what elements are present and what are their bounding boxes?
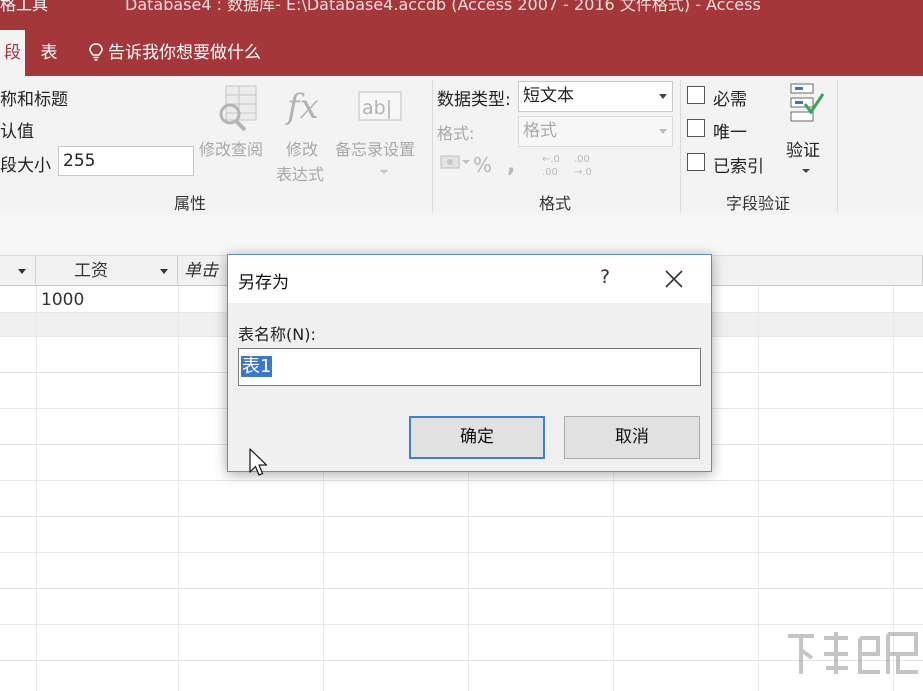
cancel-button[interactable]: 取消	[564, 416, 700, 459]
grid-row-line	[0, 624, 923, 625]
memo-settings-button[interactable]: 备忘录设置	[335, 136, 415, 160]
dialog-title-bar[interactable]: 另存为 ?	[228, 255, 711, 303]
name-caption-button[interactable]: 称和标题	[0, 85, 68, 110]
save-as-dialog: 另存为 ? 表名称(N): 表1 确定 取消	[227, 254, 712, 472]
svg-text:%: %	[473, 153, 492, 177]
svg-text:,: ,	[507, 153, 515, 177]
grid-row-line	[0, 516, 923, 517]
svg-text:fx: fx	[285, 87, 319, 127]
field-size-label: 段大小	[0, 156, 51, 176]
decrease-decimals-icon[interactable]: .00 →.0	[572, 152, 600, 178]
svg-text:.00: .00	[574, 154, 590, 165]
window-title: Database4 : 数据库- E:\Database4.accdb (Acc…	[125, 0, 761, 14]
properties-group-label: 属性	[173, 194, 206, 213]
lightbulb-icon	[89, 43, 103, 61]
grid-column-line	[758, 286, 759, 691]
table-name-value: 表1	[241, 356, 273, 377]
data-type-label: 数据类型:	[437, 90, 511, 110]
chevron-down-icon[interactable]	[160, 269, 168, 274]
unique-checkbox[interactable]	[687, 119, 705, 137]
format-label: 格式:	[437, 124, 475, 143]
validation-dropdown-arrow-icon[interactable]	[801, 167, 811, 175]
modify-expression-line1[interactable]: 修改	[286, 136, 318, 160]
grid-row-line	[0, 552, 923, 553]
indexed-label: 已索引	[713, 157, 764, 177]
table-tools-label: 格工具	[0, 0, 49, 14]
ok-button[interactable]: 确定	[409, 416, 545, 459]
dialog-title: 另存为	[238, 273, 289, 293]
validation-button[interactable]: 验证	[786, 136, 820, 161]
increase-decimals-icon[interactable]: ←.0 .00	[540, 152, 568, 178]
cell-salary[interactable]: 1000	[41, 290, 84, 310]
group-separator	[680, 80, 681, 212]
grid-column-line	[178, 286, 179, 691]
ribbon: 称和标题 认值 段大小 255 修改查阅 fx 修改 表达式 ab| 备忘录设置…	[0, 76, 923, 216]
chevron-down-icon[interactable]	[18, 269, 26, 274]
svg-text:.00: .00	[542, 167, 558, 178]
modify-lookups-icon	[219, 85, 257, 132]
default-value-button[interactable]: 认值	[0, 117, 34, 142]
chevron-down-icon	[659, 129, 667, 134]
table-name-input[interactable]: 表1	[238, 348, 701, 386]
currency-format-icon[interactable]	[439, 153, 471, 175]
group-separator	[837, 80, 838, 212]
format-dropdown[interactable]: 格式	[518, 116, 673, 147]
format-value: 格式	[523, 121, 557, 141]
tab-table[interactable]: 表	[36, 30, 62, 76]
column-header-salary[interactable]: 工资	[36, 256, 178, 286]
svg-text:→.0: →.0	[574, 167, 592, 178]
tell-me-search[interactable]: 告诉我你想要做什么	[88, 30, 261, 76]
column-header-label: 工资	[74, 261, 108, 281]
svg-text:←.0: ←.0	[542, 154, 560, 165]
column-header-previous[interactable]	[0, 256, 36, 286]
svg-text:ab|: ab|	[362, 97, 392, 119]
format-group-label: 格式	[538, 194, 571, 213]
ribbon-tab-row: 段 表 告诉我你想要做什么	[0, 30, 923, 76]
expression-fx-icon: fx	[285, 87, 319, 127]
memo-settings-icon: ab|	[358, 91, 402, 121]
grid-row-line	[0, 480, 923, 481]
indexed-checkbox[interactable]	[687, 153, 705, 171]
mouse-cursor-icon	[249, 448, 268, 476]
modify-expression-line2[interactable]: 表达式	[276, 161, 324, 185]
title-bar: 格工具 Database4 : 数据库- E:\Database4.accdb …	[0, 0, 923, 30]
percent-icon[interactable]: %	[472, 153, 494, 177]
column-header-label: 单击	[184, 261, 218, 281]
validation-icon	[790, 83, 825, 122]
comma-style-icon[interactable]: ,	[505, 153, 519, 177]
modify-lookups-button[interactable]: 修改查阅	[199, 136, 263, 160]
memo-dropdown-arrow-icon	[380, 170, 388, 174]
chevron-down-icon	[659, 94, 667, 99]
help-button[interactable]: ?	[600, 266, 610, 288]
field-validation-group-label: 字段验证	[725, 194, 790, 213]
group-separator	[432, 80, 433, 212]
watermark-logo	[782, 628, 922, 690]
grid-column-line	[36, 286, 37, 691]
watermark-logo-icon	[788, 632, 918, 674]
data-type-dropdown[interactable]: 短文本	[518, 81, 673, 112]
unique-label: 唯一	[713, 123, 747, 143]
required-label: 必需	[713, 90, 747, 110]
close-icon[interactable]	[662, 267, 686, 291]
tell-me-text: 告诉我你想要做什么	[108, 43, 261, 63]
required-checkbox[interactable]	[687, 86, 705, 104]
data-type-value: 短文本	[523, 86, 574, 106]
grid-row-line	[0, 588, 923, 589]
ribbon-collapse-strip	[0, 215, 923, 256]
tab-fields[interactable]: 段	[0, 30, 25, 76]
field-size-input[interactable]: 255	[58, 146, 194, 176]
table-name-label: 表名称(N):	[238, 325, 316, 344]
